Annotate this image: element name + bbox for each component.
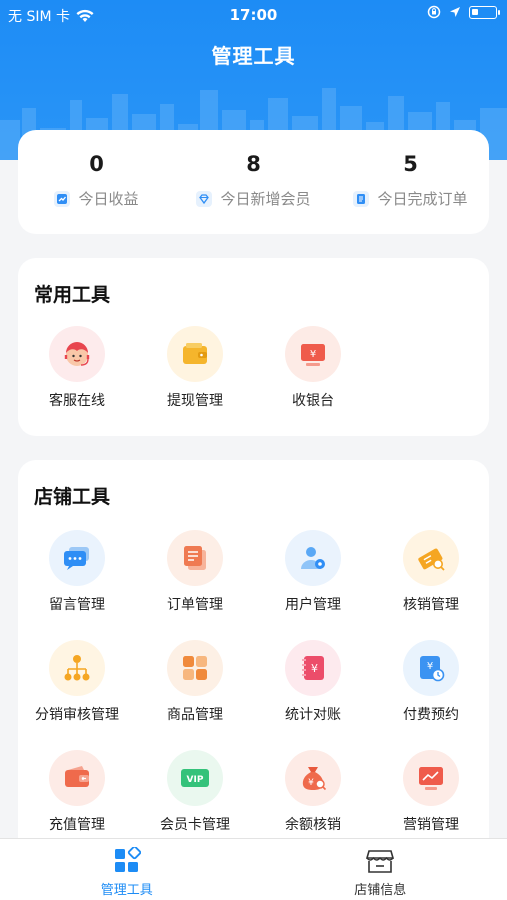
tool-customer-service[interactable]: 客服在线 [18, 326, 136, 410]
svg-text:¥: ¥ [427, 661, 433, 672]
order-icon [167, 530, 223, 586]
page-title: 管理工具 [211, 44, 296, 68]
tool-message[interactable]: 留言管理 [18, 530, 136, 614]
section-title: 常用工具 [34, 284, 111, 306]
diamond-icon [196, 190, 213, 207]
stat-new-members[interactable]: 8 今日新增会员 [175, 130, 332, 234]
tool-marketing[interactable]: 营销管理 [372, 750, 490, 834]
tool-balance-verification[interactable]: ¥ 余额核销 [254, 750, 372, 834]
hierarchy-icon [49, 640, 105, 696]
tool-label: 客服在线 [49, 393, 105, 409]
tool-label: 留言管理 [49, 597, 105, 613]
common-tools-card: 常用工具 客服在线 提现管理 ¥ 收银台 [18, 258, 489, 436]
vip-card-icon: VIP [167, 750, 223, 806]
tool-label: 充值管理 [49, 817, 105, 833]
tool-label: 用户管理 [285, 597, 341, 613]
section-title: 店铺工具 [34, 486, 111, 508]
vip-text: VIP [187, 775, 204, 785]
appointment-icon: ¥ [403, 640, 459, 696]
stat-completed-orders[interactable]: 5 今日完成订单 [332, 130, 489, 234]
document-icon [353, 190, 370, 207]
tab-shop-info[interactable]: 店铺信息 [254, 839, 507, 900]
battery-icon [469, 5, 500, 19]
stat-label: 今日新增会员 [220, 190, 311, 208]
tab-label: 店铺信息 [354, 883, 407, 898]
money-bag-icon: ¥ [285, 750, 341, 806]
tool-label: 商品管理 [167, 707, 223, 723]
tool-users[interactable]: 用户管理 [254, 530, 372, 614]
location-icon [450, 7, 460, 17]
tool-member-card[interactable]: VIP 会员卡管理 [136, 750, 254, 834]
tool-label: 统计对账 [285, 707, 341, 723]
tool-distribution-review[interactable]: 分销审核管理 [18, 640, 136, 724]
store-icon [366, 850, 395, 873]
management-tools-icon [114, 847, 141, 872]
tool-label: 会员卡管理 [160, 817, 230, 833]
tool-label: 提现管理 [167, 393, 223, 409]
tool-label: 订单管理 [167, 597, 223, 613]
ledger-icon: ¥ [285, 640, 341, 696]
recharge-wallet-icon [49, 750, 105, 806]
stats-card: 0 今日收益 8 今日新增会员 5 今日完成订单 [18, 130, 489, 234]
stat-label: 今日收益 [78, 190, 139, 208]
tool-label: 分销审核管理 [35, 707, 119, 723]
stat-value: 5 [403, 152, 418, 176]
orientation-lock-icon [427, 5, 441, 19]
shop-tools-card: 店铺工具 留言管理 订单管理 用户管理 核销管理 分销审核管理 商品管理 ¥ 统… [18, 460, 489, 880]
tool-label: 付费预约 [403, 707, 459, 723]
tool-label: 收银台 [292, 393, 334, 409]
tab-bar: 管理工具 店铺信息 [0, 838, 507, 900]
tab-label: 管理工具 [100, 883, 153, 898]
status-bar: 无 SIM 卡 17:00 [0, 0, 507, 30]
tab-management-tools[interactable]: 管理工具 [0, 839, 254, 900]
tool-label: 余额核销 [285, 817, 341, 833]
customer-service-icon [49, 326, 105, 382]
cashier-icon: ¥ [285, 326, 341, 382]
tool-verification[interactable]: 核销管理 [372, 530, 490, 614]
grid-icon [167, 640, 223, 696]
wallet-icon [167, 326, 223, 382]
tool-statistics[interactable]: ¥ 统计对账 [254, 640, 372, 724]
tool-order[interactable]: 订单管理 [136, 530, 254, 614]
svg-text:¥: ¥ [308, 778, 314, 788]
marketing-chart-icon [403, 750, 459, 806]
tool-paid-appointment[interactable]: ¥ 付费预约 [372, 640, 490, 724]
stat-revenue[interactable]: 0 今日收益 [18, 130, 175, 234]
trend-icon [54, 190, 71, 207]
tool-cashier[interactable]: ¥ 收银台 [254, 326, 372, 410]
tool-recharge[interactable]: 充值管理 [18, 750, 136, 834]
message-icon [49, 530, 105, 586]
tool-label: 核销管理 [403, 597, 459, 613]
stat-value: 8 [246, 152, 261, 176]
user-settings-icon [285, 530, 341, 586]
ticket-icon [403, 530, 459, 586]
tool-label: 营销管理 [403, 817, 459, 833]
svg-text:¥: ¥ [310, 349, 316, 360]
tool-withdraw[interactable]: 提现管理 [136, 326, 254, 410]
stat-value: 0 [89, 152, 104, 176]
tool-products[interactable]: 商品管理 [136, 640, 254, 724]
stat-label: 今日完成订单 [377, 190, 468, 208]
svg-text:¥: ¥ [311, 662, 318, 675]
